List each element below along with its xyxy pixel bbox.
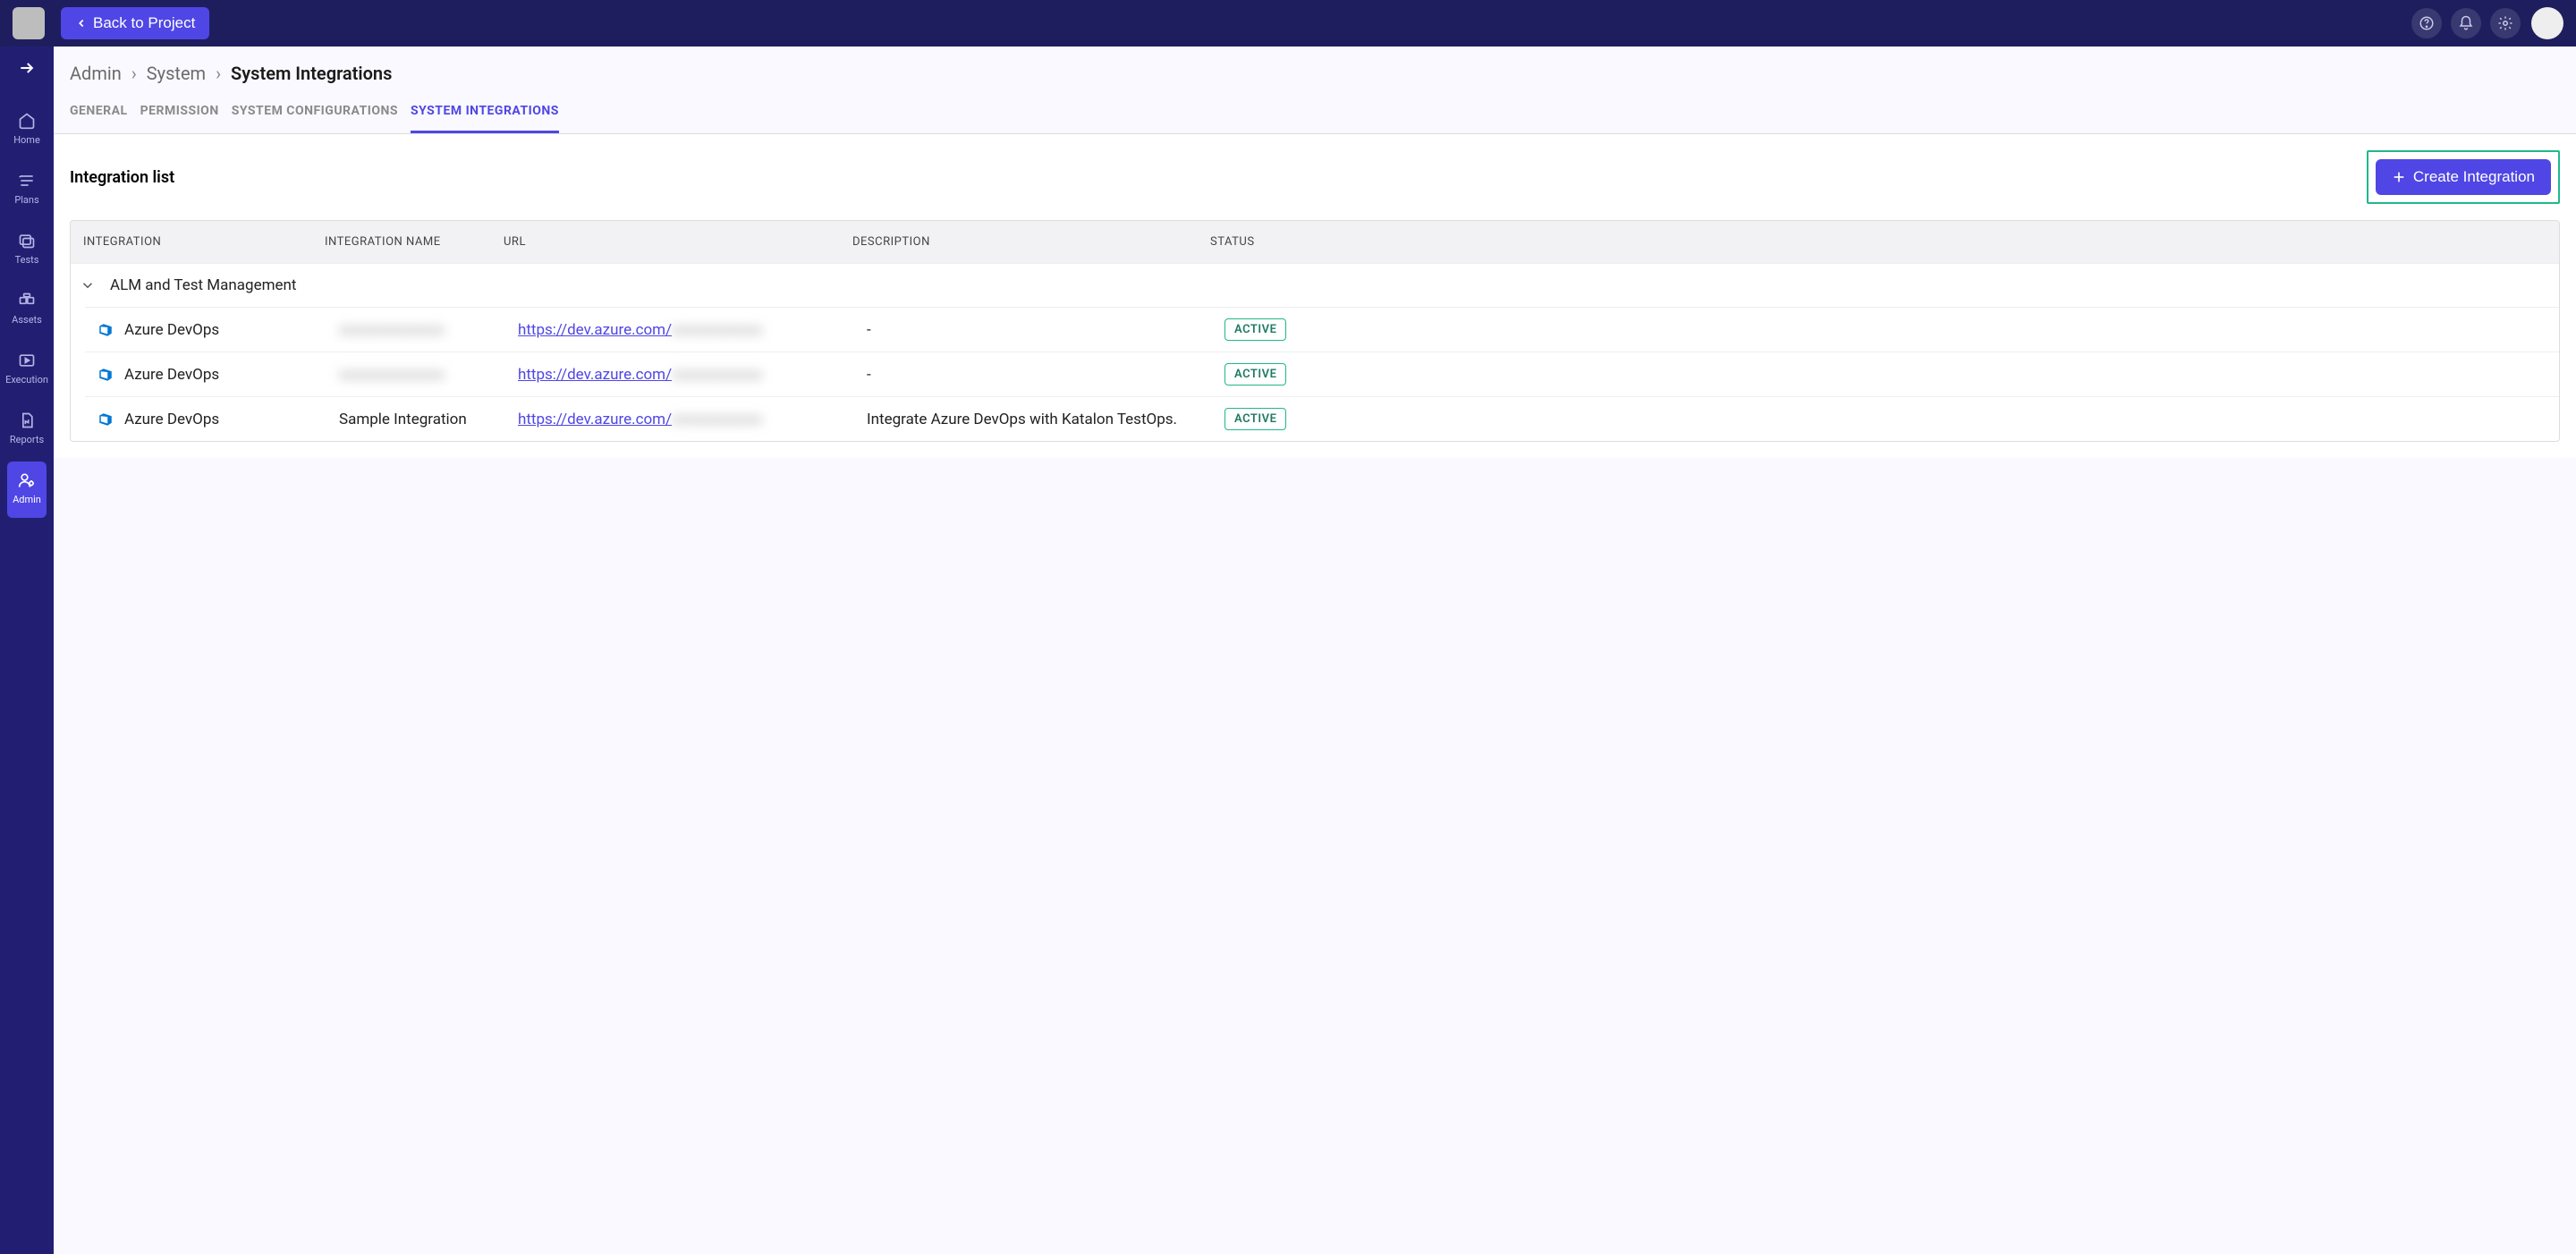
help-icon[interactable] <box>2411 8 2442 38</box>
topbar: Back to Project <box>0 0 2576 47</box>
sidebar-item-assets[interactable]: Assets <box>7 282 47 338</box>
list-title: Integration list <box>70 168 174 187</box>
cell-url: https://dev.azure.com/xxxxxxxxxxxx <box>518 411 867 428</box>
sidebar-item-execution[interactable]: Execution <box>7 342 47 398</box>
sidebar-item-label: Assets <box>12 314 42 326</box>
tests-icon <box>17 231 37 250</box>
sidebar-item-admin[interactable]: Admin <box>7 462 47 518</box>
execution-icon <box>17 351 37 370</box>
back-to-project-button[interactable]: Back to Project <box>61 7 209 39</box>
plus-icon <box>2392 170 2406 184</box>
sidebar-item-tests[interactable]: Tests <box>7 222 47 278</box>
bell-icon[interactable] <box>2451 8 2481 38</box>
cell-integration: Azure DevOps <box>97 411 339 428</box>
cell-description: - <box>867 321 1224 339</box>
avatar[interactable] <box>2531 7 2563 39</box>
col-integration-name: INTEGRATION NAME <box>325 235 504 249</box>
table-row: Azure DevOps xxxxxxxxxxxxxxhttps://dev.az… <box>85 352 2559 396</box>
cell-description: Integrate Azure DevOps with Katalon Test… <box>867 411 1224 428</box>
col-integration: INTEGRATION <box>83 235 325 249</box>
breadcrumb-admin[interactable]: Admin <box>70 63 122 84</box>
cell-status: ACTIVE <box>1224 363 1403 386</box>
tab-general[interactable]: GENERAL <box>70 104 128 133</box>
home-icon <box>17 111 37 131</box>
cell-name: xxxxxxxxxxxxxx <box>339 321 518 339</box>
sidebar-item-label: Plans <box>14 194 38 206</box>
cell-url: https://dev.azure.com/xxxxxxxxxxxx <box>518 321 867 339</box>
create-integration-highlight: Create Integration <box>2367 150 2560 204</box>
sidebar-item-label: Home <box>13 134 40 146</box>
project-logo[interactable] <box>13 7 45 39</box>
table-row: Azure DevOps Sample Integrationhttps://de… <box>85 396 2559 441</box>
cell-name: xxxxxxxxxxxxxx <box>339 366 518 384</box>
table-header: INTEGRATION INTEGRATION NAME URL DESCRIP… <box>71 221 2559 263</box>
assets-icon <box>17 291 37 310</box>
azure-devops-icon <box>97 411 114 428</box>
col-status: STATUS <box>1210 235 1389 249</box>
azure-devops-icon <box>97 322 114 338</box>
gear-icon[interactable] <box>2490 8 2521 38</box>
sidebar-item-label: Execution <box>5 374 48 386</box>
integration-table: INTEGRATION INTEGRATION NAME URL DESCRIP… <box>70 220 2560 442</box>
admin-icon <box>17 470 37 490</box>
cell-description: - <box>867 366 1224 384</box>
create-label: Create Integration <box>2413 168 2535 186</box>
cell-integration: Azure DevOps <box>97 321 339 339</box>
status-badge: ACTIVE <box>1224 408 1286 430</box>
tabs: GENERAL PERMISSION SYSTEM CONFIGURATIONS… <box>54 91 2576 134</box>
cell-url: https://dev.azure.com/xxxxxxxxxxxx <box>518 366 867 384</box>
col-description: DESCRIPTION <box>852 235 1210 249</box>
create-integration-button[interactable]: Create Integration <box>2376 159 2551 195</box>
integration-label: Azure DevOps <box>124 321 219 339</box>
status-badge: ACTIVE <box>1224 363 1286 386</box>
sidebar-item-reports[interactable]: Reports <box>7 402 47 458</box>
chevron-left-icon <box>75 17 88 30</box>
sidebar-item-home[interactable]: Home <box>7 102 47 158</box>
chevron-right-icon: › <box>131 63 137 84</box>
chevron-down-icon <box>80 277 96 293</box>
reports-icon <box>17 411 37 430</box>
cell-integration: Azure DevOps <box>97 366 339 384</box>
group-label: ALM and Test Management <box>110 276 296 294</box>
tab-permission[interactable]: PERMISSION <box>140 104 219 133</box>
status-badge: ACTIVE <box>1224 318 1286 341</box>
azure-devops-icon <box>97 367 114 383</box>
url-link[interactable]: https://dev.azure.com/ <box>518 321 672 339</box>
integration-label: Azure DevOps <box>124 366 219 384</box>
cell-name: Sample Integration <box>339 411 518 428</box>
url-link[interactable]: https://dev.azure.com/ <box>518 411 672 428</box>
breadcrumb-current: System Integrations <box>231 63 392 84</box>
url-link[interactable]: https://dev.azure.com/ <box>518 366 672 384</box>
sidebar-item-label: Tests <box>15 254 39 266</box>
table-row: Azure DevOps xxxxxxxxxxxxxxhttps://dev.az… <box>85 307 2559 352</box>
main-content: Admin › System › System Integrations GEN… <box>54 47 2576 1254</box>
cell-status: ACTIVE <box>1224 318 1403 341</box>
integration-label: Azure DevOps <box>124 411 219 428</box>
chevron-right-icon: › <box>216 63 221 84</box>
sidebar-item-label: Reports <box>10 434 44 445</box>
tab-system-integrations[interactable]: SYSTEM INTEGRATIONS <box>411 104 559 133</box>
expand-sidebar-icon[interactable] <box>18 59 36 77</box>
plans-icon <box>17 171 37 191</box>
sidebar: Home Plans Tests Assets Execution Report… <box>0 47 54 1254</box>
sidebar-item-plans[interactable]: Plans <box>7 162 47 218</box>
back-label: Back to Project <box>93 14 195 32</box>
breadcrumb-system[interactable]: System <box>147 63 206 84</box>
tab-system-configurations[interactable]: SYSTEM CONFIGURATIONS <box>232 104 398 133</box>
group-row[interactable]: ALM and Test Management <box>71 263 2559 307</box>
sidebar-item-label: Admin <box>13 494 41 505</box>
col-url: URL <box>504 235 852 249</box>
cell-status: ACTIVE <box>1224 408 1403 430</box>
breadcrumb: Admin › System › System Integrations <box>54 47 2576 91</box>
